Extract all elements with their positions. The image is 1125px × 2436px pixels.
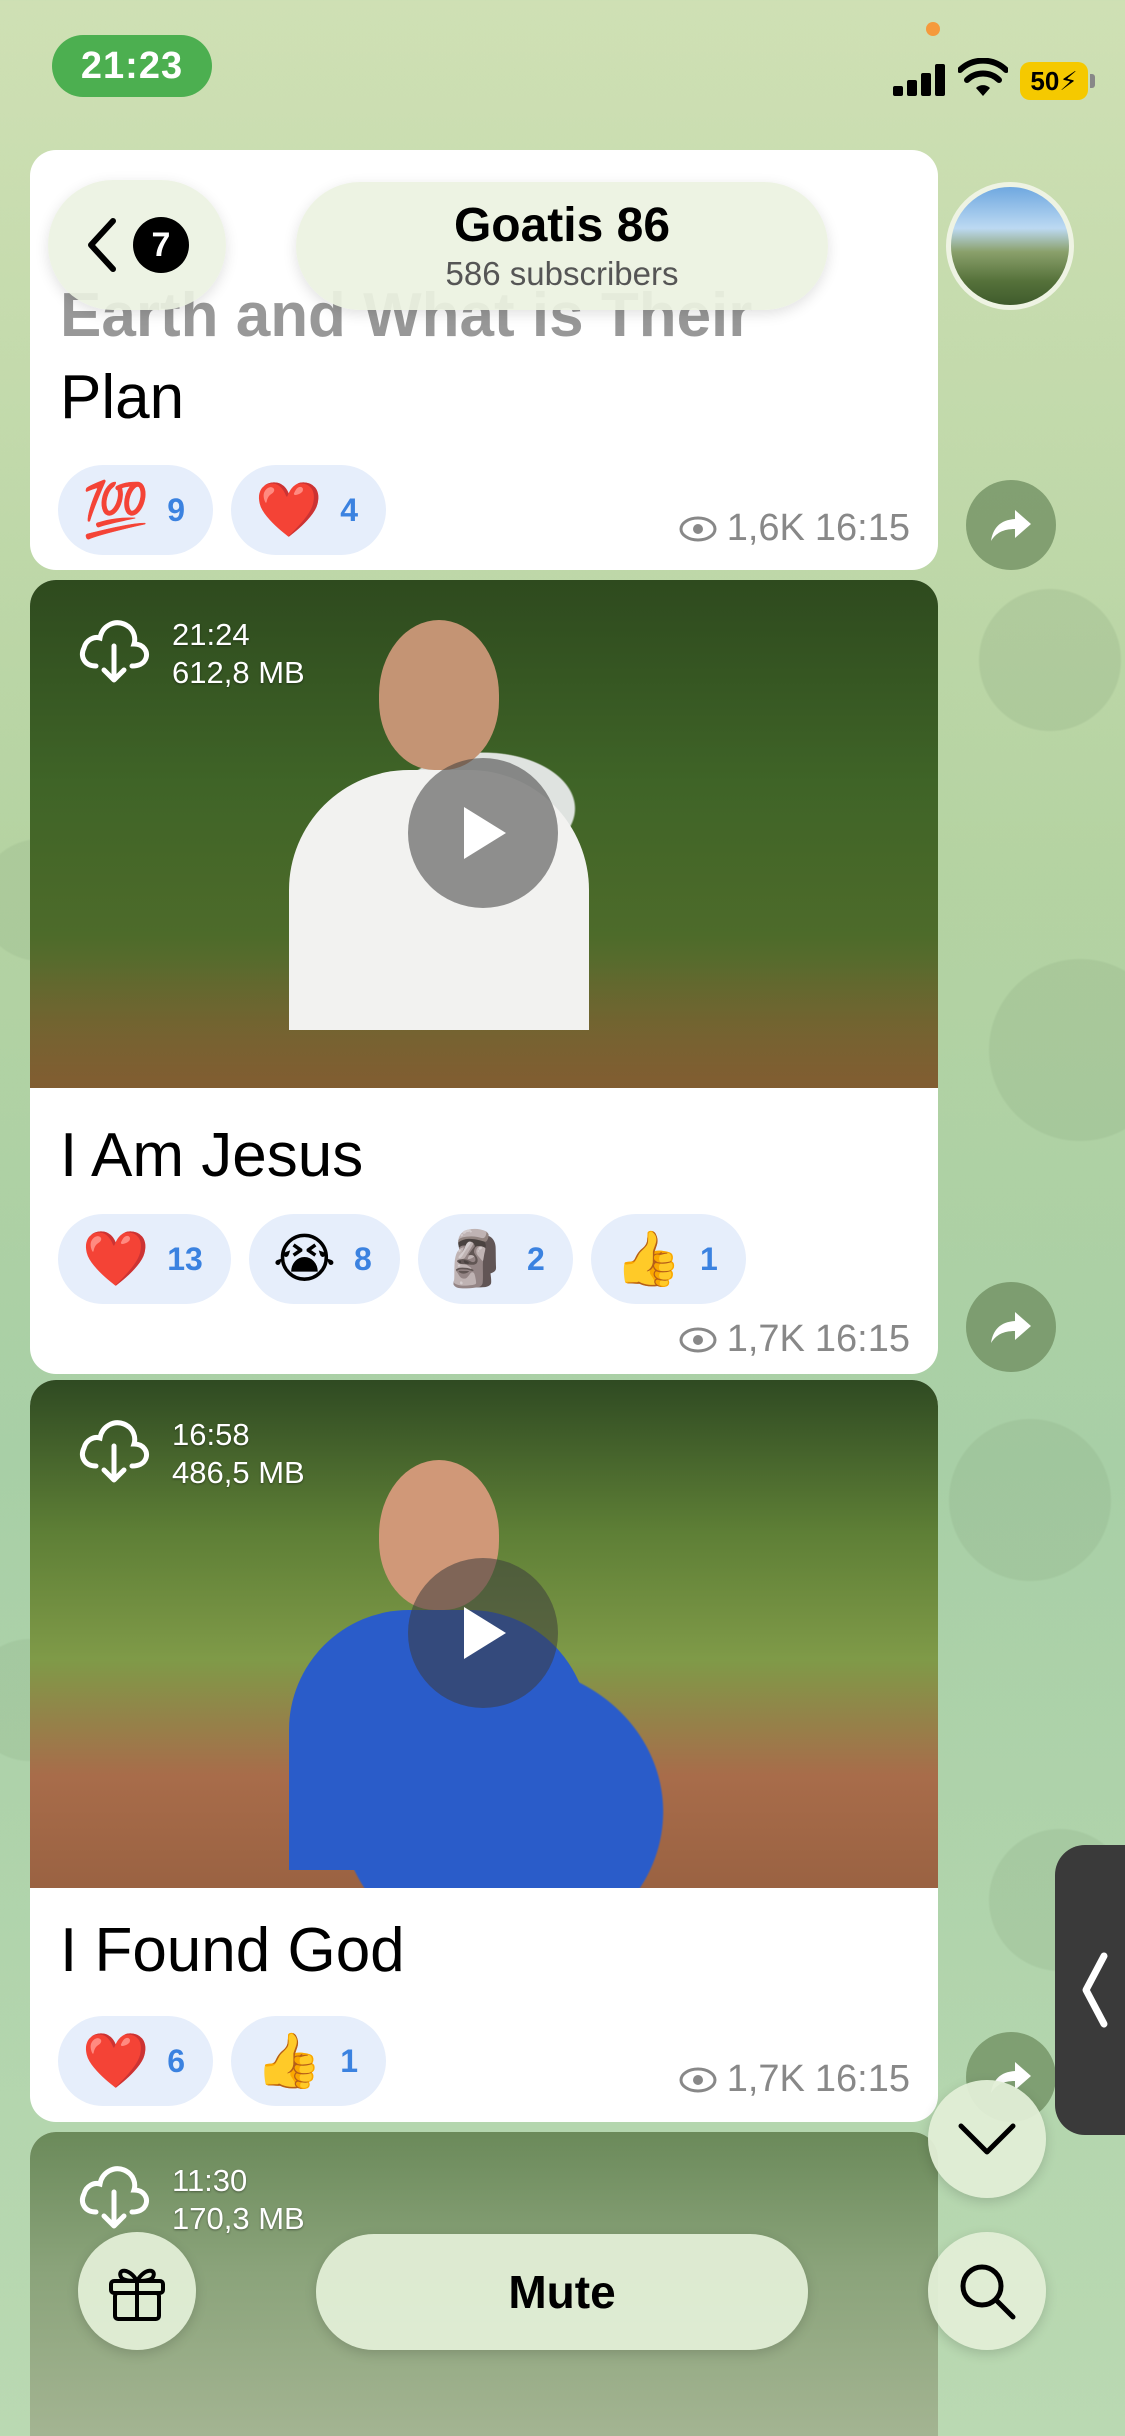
battery-indicator: 50 ⚡ (1020, 62, 1095, 100)
reactions-row: 💯 9 ❤️ 4 (58, 465, 387, 555)
channel-name: Goatis 86 (453, 199, 671, 252)
reaction-chip[interactable]: 👍 1 (231, 2016, 387, 2106)
share-arrow-icon (991, 1312, 1031, 1343)
reaction-count: 1 (340, 2042, 359, 2079)
thumbs-up-emoji: 👍 (255, 2031, 323, 2091)
play-icon (464, 1607, 506, 1659)
view-count: 1,6K (726, 507, 805, 549)
view-count: 1,7K (726, 1318, 805, 1360)
eye-icon (679, 2067, 717, 2092)
reaction-count: 9 (167, 491, 186, 528)
wifi-icon (958, 58, 1008, 96)
video-thumbnail[interactable]: 21:24 612,8 MB (30, 580, 938, 1088)
download-info: 11:30 170,3 MB (76, 2162, 305, 2238)
red-heart-emoji: ❤️ (82, 2031, 150, 2091)
share-button[interactable] (966, 1282, 1056, 1372)
reactions-row: ❤️ 6 👍 1 (58, 2016, 387, 2106)
status-time: 21:23 (52, 35, 212, 97)
reaction-chip[interactable]: 🗿 2 (417, 1214, 573, 1304)
video-duration: 21:24 (172, 617, 250, 652)
reaction-count: 13 (167, 1240, 203, 1277)
mute-button[interactable]: Mute (316, 2234, 808, 2350)
message-meta: 1,7K 16:15 (679, 2058, 910, 2101)
chevron-down-icon (958, 2123, 1016, 2155)
reaction-chip[interactable]: 😭 8 (248, 1214, 400, 1304)
reaction-chip[interactable]: 💯 9 (58, 465, 214, 555)
reaction-count: 8 (353, 1240, 372, 1277)
unread-count-badge: 7 (133, 217, 189, 273)
channel-avatar[interactable] (946, 182, 1074, 310)
recording-dot-indicator (926, 22, 940, 36)
reaction-count: 1 (700, 1240, 718, 1277)
view-count: 1,7K (726, 2058, 805, 2100)
video-duration: 16:58 (172, 1417, 250, 1452)
channel-title-button[interactable]: Goatis 86 586 subscribers (296, 182, 828, 310)
reaction-chip[interactable]: ❤️ 13 (58, 1214, 231, 1304)
chevron-left-icon (88, 218, 116, 272)
gift-button[interactable] (78, 2232, 196, 2350)
download-info: 16:58 486,5 MB (76, 1416, 305, 1492)
search-icon (960, 2264, 1016, 2320)
reactions-row: ❤️ 13 😭 8 🗿 2 👍 1 (58, 1214, 746, 1304)
video-size: 170,3 MB (172, 2201, 305, 2236)
eye-icon (679, 516, 717, 541)
crying-face-emoji: 😭 (272, 1229, 336, 1289)
moai-emoji: 🗿 (441, 1229, 509, 1289)
side-panel-handle[interactable] (1055, 1845, 1125, 2135)
share-arrow-icon (991, 510, 1031, 541)
reaction-count: 2 (527, 1240, 545, 1277)
red-heart-emoji: ❤️ (82, 1229, 150, 1289)
message-caption: I Am Jesus (60, 1121, 364, 1190)
message-meta: 1,7K 16:15 (679, 1318, 910, 1361)
reaction-count: 4 (340, 491, 359, 528)
cloud-download-icon[interactable] (76, 616, 152, 686)
video-size: 486,5 MB (172, 1455, 305, 1490)
download-info: 21:24 612,8 MB (76, 616, 305, 692)
reaction-chip[interactable]: 👍 1 (590, 1214, 746, 1304)
message-caption: I Found God (60, 1916, 405, 1985)
video-size: 612,8 MB (172, 655, 305, 690)
video-thumbnail[interactable]: 16:58 486,5 MB (30, 1380, 938, 1888)
eye-icon (679, 1327, 717, 1352)
search-button[interactable] (928, 2232, 1046, 2350)
play-button[interactable] (408, 758, 558, 908)
message-time: 16:15 (814, 507, 910, 549)
share-button[interactable] (966, 480, 1056, 570)
video-duration: 11:30 (172, 2163, 248, 2198)
gift-icon (109, 2268, 165, 2321)
message-caption: Plan (60, 363, 185, 432)
scroll-to-bottom-button[interactable] (928, 2080, 1046, 2198)
red-heart-emoji: ❤️ (255, 480, 323, 540)
charging-bolt-icon: ⚡ (1059, 65, 1078, 96)
chevron-left-icon (1082, 1952, 1108, 2028)
battery-level: 50 (1030, 65, 1060, 96)
cloud-download-icon[interactable] (76, 1416, 152, 1486)
reaction-chip[interactable]: ❤️ 4 (231, 465, 387, 555)
message-card[interactable]: 21:24 612,8 MB I Am Jesus ❤️ 13 😭 8 🗿 2 … (30, 580, 938, 1374)
cloud-download-icon[interactable] (76, 2162, 152, 2232)
thumbs-up-emoji: 👍 (614, 1229, 683, 1289)
message-card[interactable]: 16:58 486,5 MB I Found God ❤️ 6 👍 1 1,7K… (30, 1380, 938, 2122)
reaction-count: 6 (167, 2042, 186, 2079)
play-button[interactable] (408, 1558, 558, 1708)
cellular-signal-icon (893, 64, 945, 96)
back-button[interactable]: 7 (48, 180, 226, 310)
message-time: 16:15 (814, 2058, 910, 2100)
play-icon (464, 807, 506, 859)
message-time: 16:15 (814, 1318, 910, 1360)
reaction-chip[interactable]: ❤️ 6 (58, 2016, 214, 2106)
hundred-points-emoji: 💯 (82, 480, 150, 540)
message-meta: 1,6K 16:15 (679, 507, 910, 550)
subscriber-count: 586 subscribers (445, 255, 679, 292)
